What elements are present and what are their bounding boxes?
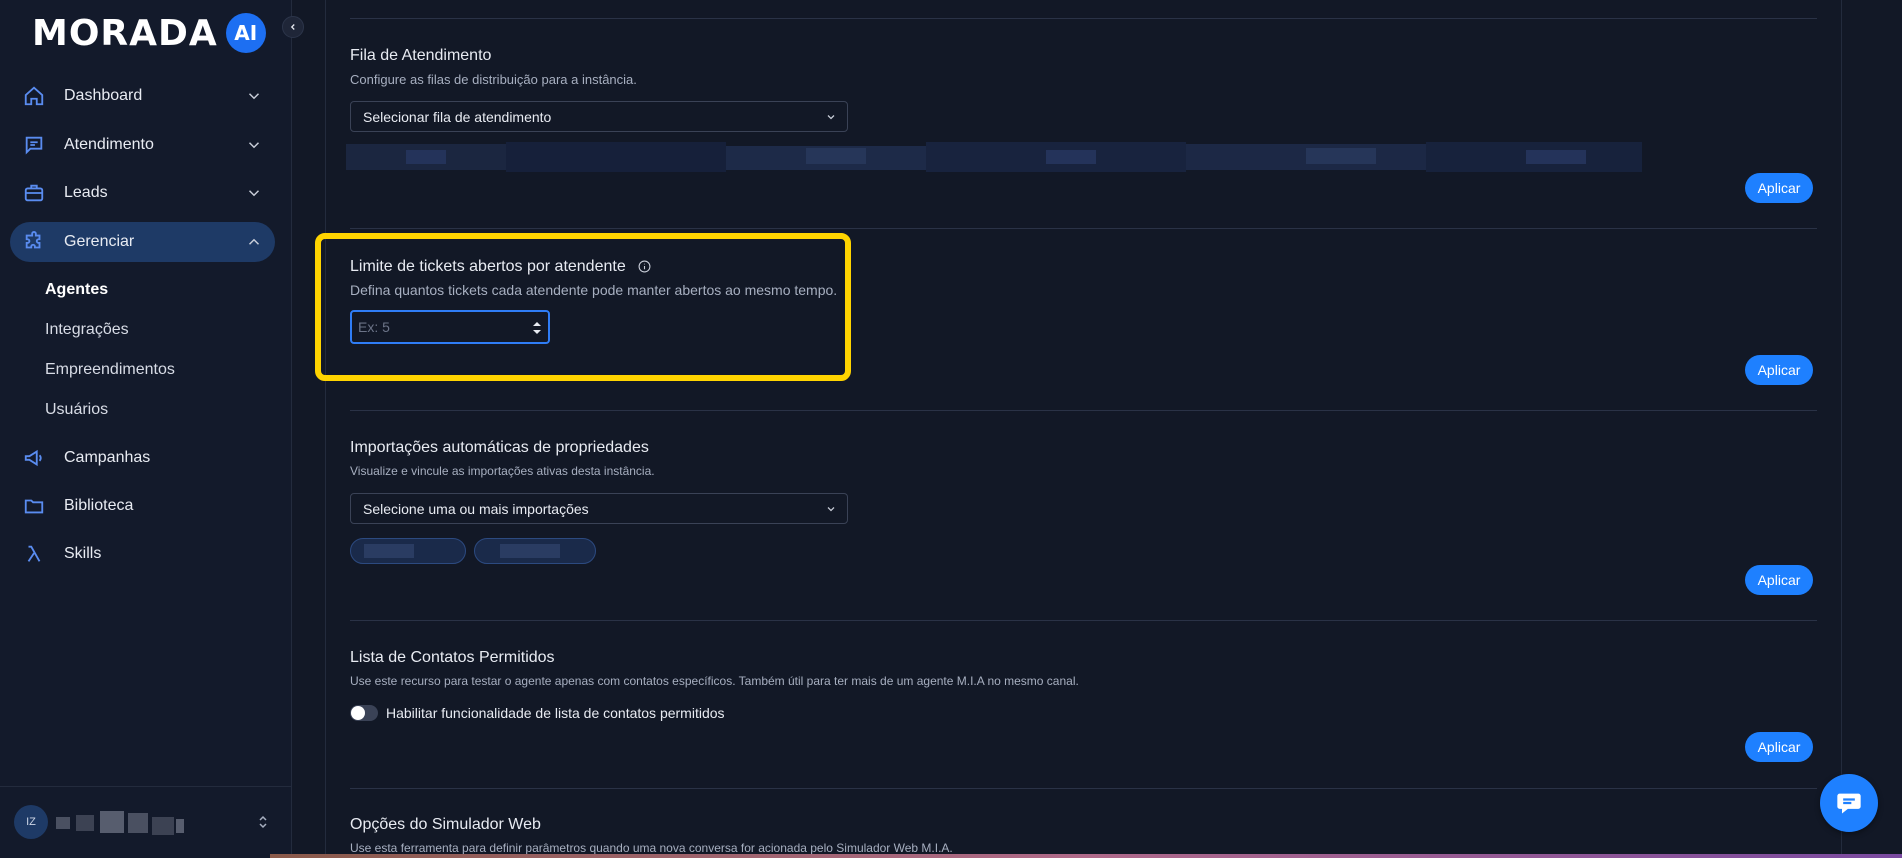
importacoes-select-value: Selecione uma ou mais importações xyxy=(363,500,589,517)
divider xyxy=(350,18,1817,19)
importacoes-apply-button[interactable]: Aplicar xyxy=(1745,565,1813,595)
allowed-contacts-toggle-label: Habilitar funcionalidade de lista de con… xyxy=(386,705,725,721)
fila-select-value: Selecionar fila de atendimento xyxy=(363,108,552,125)
section-desc-fila: Configure as filas de distribuição para … xyxy=(350,72,637,87)
lambda-icon xyxy=(22,542,46,566)
sidebar-item-atendimento[interactable]: Atendimento xyxy=(10,125,275,165)
sidebar-item-label: Gerenciar xyxy=(64,233,135,250)
redacted-queue-list xyxy=(346,142,1642,172)
divider xyxy=(350,410,1817,411)
chevron-down-icon xyxy=(827,115,835,120)
sidebar-item-label: Leads xyxy=(64,184,108,201)
limite-apply-button[interactable]: Aplicar xyxy=(1745,355,1813,385)
submenu-item-usuarios[interactable]: Usuários xyxy=(45,401,108,419)
main-content: Fila de Atendimento Configure as filas d… xyxy=(325,0,1842,858)
brand-logo[interactable]: MORADA AI xyxy=(32,8,266,58)
chevron-down-icon xyxy=(248,93,260,100)
puzzle-icon xyxy=(22,230,46,254)
sidebar-item-dashboard[interactable]: Dashboard xyxy=(10,76,275,116)
chevron-down-icon xyxy=(248,190,260,197)
chevron-left-icon xyxy=(290,24,295,30)
sidebar-item-label: Atendimento xyxy=(64,136,154,153)
sidebar-item-biblioteca[interactable]: Biblioteca xyxy=(10,486,275,526)
chevron-down-icon xyxy=(827,507,835,512)
megaphone-icon xyxy=(22,446,46,470)
importacoes-select[interactable]: Selecione uma ou mais importações xyxy=(350,493,848,524)
section-title-simulador: Opções do Simulador Web xyxy=(350,816,541,833)
sidebar-item-label: Biblioteca xyxy=(64,497,134,514)
sidebar-item-campanhas[interactable]: Campanhas xyxy=(10,438,275,478)
sidebar: MORADA AI Dashboard Atendimento Leads Ge… xyxy=(0,0,292,858)
section-title-fila: Fila de Atendimento xyxy=(350,47,492,64)
section-title-importacoes: Importações automáticas de propriedades xyxy=(350,439,649,456)
allowed-contacts-toggle[interactable] xyxy=(350,705,378,721)
sidebar-item-leads[interactable]: Leads xyxy=(10,173,275,213)
chat-support-button[interactable] xyxy=(1820,774,1878,832)
redacted-import-tags xyxy=(350,538,610,564)
divider xyxy=(350,620,1817,621)
sidebar-item-label: Skills xyxy=(64,545,102,562)
section-desc-contatos: Use este recurso para testar o agente ap… xyxy=(350,674,1079,688)
divider xyxy=(350,788,1817,789)
collapse-sidebar-button[interactable] xyxy=(282,16,304,38)
sidebar-item-skills[interactable]: Skills xyxy=(10,534,275,574)
fila-apply-button[interactable]: Aplicar xyxy=(1745,173,1813,203)
divider xyxy=(350,228,1817,229)
user-name-redacted xyxy=(56,809,186,835)
bottom-edge xyxy=(270,854,1902,858)
chevron-down-icon xyxy=(248,142,260,149)
submenu-item-integracoes[interactable]: Integrações xyxy=(45,321,129,339)
contatos-apply-button[interactable]: Aplicar xyxy=(1745,732,1813,762)
highlight-box xyxy=(315,233,851,381)
brand-ai-badge: AI xyxy=(225,13,266,53)
chat-bubble-icon xyxy=(1837,793,1861,814)
user-menu[interactable]: IZ xyxy=(0,786,292,858)
sidebar-item-label: Dashboard xyxy=(64,87,143,104)
submenu-item-empreendimentos[interactable]: Empreendimentos xyxy=(45,361,175,379)
sidebar-item-label: Campanhas xyxy=(64,449,151,466)
fila-select[interactable]: Selecionar fila de atendimento xyxy=(350,101,848,132)
home-icon xyxy=(22,84,46,108)
sidebar-item-gerenciar[interactable]: Gerenciar xyxy=(10,222,275,262)
briefcase-icon xyxy=(22,181,46,205)
brand-name: MORADA xyxy=(32,12,218,54)
submenu-item-agentes[interactable]: Agentes xyxy=(45,281,108,299)
chevron-up-icon xyxy=(248,238,260,245)
chevron-updown-icon xyxy=(259,815,267,829)
avatar: IZ xyxy=(14,805,48,839)
section-desc-simulador: Use esta ferramenta para definir parâmet… xyxy=(350,841,953,855)
chat-icon xyxy=(22,133,46,157)
folder-icon xyxy=(22,494,46,518)
section-desc-importacoes: Visualize e vincule as importações ativa… xyxy=(350,464,655,478)
section-title-contatos: Lista de Contatos Permitidos xyxy=(350,649,555,666)
